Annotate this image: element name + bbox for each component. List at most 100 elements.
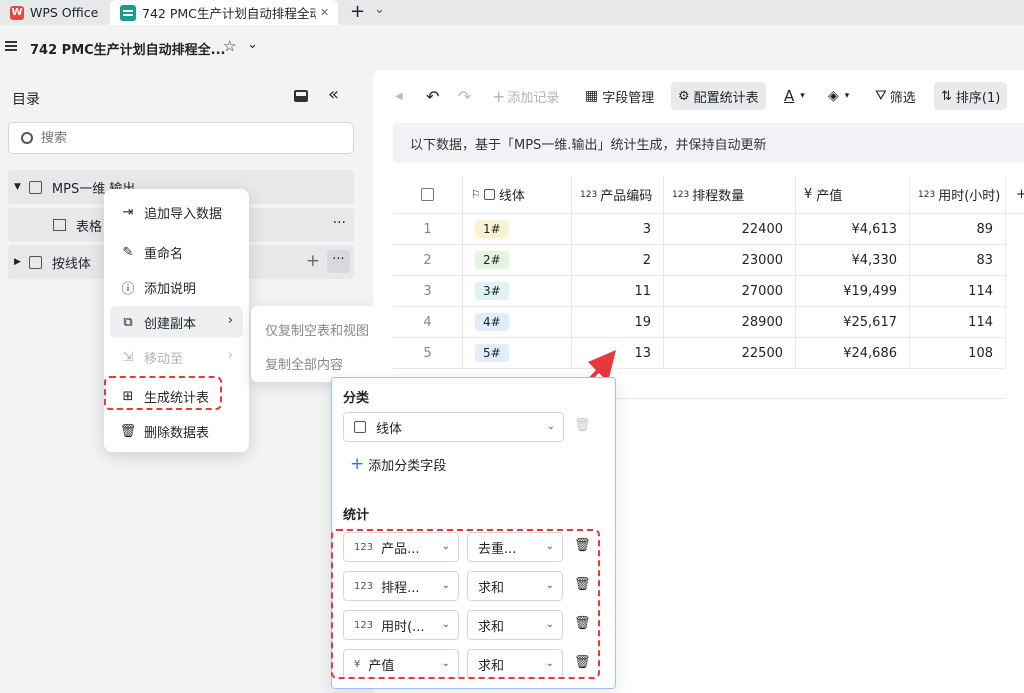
button-label: 字段管理 <box>602 90 655 106</box>
prev-icon[interactable]: ◀ <box>395 78 403 114</box>
group-field-select[interactable]: 线体 ⌄ <box>343 412 564 442</box>
single-select-icon <box>483 189 495 200</box>
value-cell[interactable]: ¥4,613 <box>796 214 910 245</box>
qty-cell[interactable]: 23000 <box>664 245 796 276</box>
hours-cell[interactable]: 89 <box>910 214 1006 245</box>
undo-icon[interactable]: ↶ <box>426 78 439 114</box>
line-cell[interactable]: 1# <box>463 214 572 245</box>
field-manage-button[interactable]: ▦ 字段管理 <box>585 78 654 114</box>
line-cell[interactable]: 2# <box>463 245 572 276</box>
caret-right-icon[interactable]: ▶ <box>14 257 21 267</box>
menu-item-move-to[interactable]: ⇲ 移动至 › <box>110 341 243 373</box>
plus-icon: + <box>492 86 506 106</box>
code-cell[interactable]: 3 <box>572 214 664 245</box>
qty-cell[interactable]: 22400 <box>664 214 796 245</box>
menu-item-label: 重命名 <box>144 246 184 262</box>
button-label: 筛选 <box>889 90 916 106</box>
filter-icon: ⛛ <box>875 88 887 104</box>
add-column-cell[interactable]: + <box>1006 176 1024 214</box>
menu-item-append-import[interactable]: ⇥ 追加导入数据 <box>110 196 243 228</box>
value-cell[interactable]: ¥19,499 <box>796 276 910 307</box>
select-all-cell[interactable] <box>393 176 463 214</box>
hours-cell[interactable]: 114 <box>910 276 1006 307</box>
menu-item-rename[interactable]: ✎ 重命名 <box>110 236 243 268</box>
value-cell[interactable]: ¥24,686 <box>796 338 910 369</box>
code-cell[interactable]: 19 <box>572 307 664 338</box>
search-box[interactable] <box>8 122 354 154</box>
font-color-button[interactable]: A ▾ <box>784 78 805 114</box>
value-cell[interactable]: ¥4,330 <box>796 245 910 276</box>
qty-cell[interactable]: 28900 <box>664 307 796 338</box>
submenu-item-empty-copy[interactable]: 仅复制空表和视图 <box>265 320 369 339</box>
column-header-hours[interactable]: 123 用时(小时) <box>910 176 1006 214</box>
code-cell[interactable]: 11 <box>572 276 664 307</box>
search-input[interactable] <box>41 130 321 146</box>
double-chevron-left-icon[interactable]: « <box>328 84 339 105</box>
more-icon[interactable]: ··· <box>333 215 346 231</box>
paint-bucket-icon: ◈ <box>828 88 839 104</box>
line-cell[interactable]: 4# <box>463 307 572 338</box>
hours-cell[interactable]: 83 <box>910 245 1006 276</box>
menu-item-create-copy[interactable]: ⧉ 创建副本 › <box>110 306 243 338</box>
currency-icon: ¥ <box>804 187 813 202</box>
filter-button[interactable]: ⛛ 筛选 <box>875 78 916 114</box>
add-record-button[interactable]: + 添加记录 <box>492 78 559 114</box>
hours-cell[interactable]: 108 <box>910 338 1006 369</box>
row-number[interactable]: 4 <box>393 307 463 338</box>
title-chevron-icon[interactable]: ⌄ <box>247 37 258 52</box>
row-number[interactable]: 1 <box>393 214 463 245</box>
menu-item-label: 添加说明 <box>144 281 197 297</box>
column-header-line[interactable]: ⚐ 线体 <box>463 176 572 214</box>
cell-value: 23000 <box>741 252 783 268</box>
menu-item-add-description[interactable]: ⓘ 添加说明 <box>110 271 243 303</box>
document-title[interactable]: 742 PMC生产计划自动排程全... <box>30 39 225 58</box>
button-label: 配置统计表 <box>693 90 759 106</box>
flag-icon: ⚐ <box>471 188 481 201</box>
row-number[interactable]: 5 <box>393 338 463 369</box>
close-icon[interactable]: ✕ <box>320 6 329 19</box>
menu-icon[interactable] <box>5 41 17 51</box>
checkbox[interactable] <box>421 188 434 201</box>
tab-list-chevron-icon[interactable]: ⌄ <box>374 2 385 17</box>
cell-value: 114 <box>968 283 993 299</box>
add-group-field-button[interactable]: + 添加分类字段 <box>350 454 446 474</box>
line-cell[interactable]: 3# <box>463 276 572 307</box>
number-type-icon: 123 <box>580 189 598 200</box>
caret-down-icon[interactable]: ▼ <box>14 182 21 192</box>
menu-item-delete-table[interactable]: 🗑 删除数据表 <box>110 415 243 447</box>
cell-value: 3 <box>423 283 432 299</box>
more-icon[interactable]: ··· <box>327 250 350 273</box>
value-cell[interactable]: ¥25,617 <box>796 307 910 338</box>
font-color-icon: A <box>784 87 795 105</box>
chevron-down-icon: ▾ <box>844 91 850 101</box>
sort-button[interactable]: ⇅ 排序(1) <box>934 82 1008 110</box>
code-cell[interactable]: 2 <box>572 245 664 276</box>
add-tab-button[interactable]: + <box>350 1 365 22</box>
redo-icon[interactable]: ↷ <box>458 78 471 114</box>
fill-color-button[interactable]: ◈ ▾ <box>828 78 849 114</box>
import-icon: ⇥ <box>122 204 134 220</box>
column-header-label: 产品编码 <box>600 189 653 204</box>
tab-label: 742 PMC生产计划自动排程全动态 <box>142 6 316 21</box>
add-icon[interactable]: + <box>306 251 320 271</box>
hours-cell[interactable]: 114 <box>910 307 1006 338</box>
row-number[interactable]: 2 <box>393 245 463 276</box>
config-stats-button[interactable]: ⚙ 配置统计表 <box>671 82 766 110</box>
line-chip: 4# <box>475 313 509 331</box>
qty-cell[interactable]: 22500 <box>664 338 796 369</box>
line-chip: 1# <box>475 220 509 238</box>
menu-item-label: 移动至 <box>144 351 184 367</box>
submenu-item-full-copy[interactable]: 复制全部内容 <box>265 354 343 373</box>
collapse-panel-icon[interactable] <box>294 90 308 102</box>
row-number[interactable]: 3 <box>393 276 463 307</box>
column-header-value[interactable]: ¥ 产值 <box>796 176 910 214</box>
qty-cell[interactable]: 27000 <box>664 276 796 307</box>
tab-wps-office[interactable]: W WPS Office <box>0 0 108 25</box>
star-icon[interactable]: ☆ <box>223 37 236 55</box>
column-header-qty[interactable]: 123 排程数量 <box>664 176 796 214</box>
sheet-icon <box>28 255 42 269</box>
trash-icon[interactable]: 🗑 <box>574 418 591 433</box>
column-header-code[interactable]: 123 产品编码 <box>572 176 664 214</box>
tab-document[interactable]: 742 PMC生产计划自动排程全动态 ✕ <box>110 0 338 25</box>
wps-logo-icon: W <box>10 5 24 20</box>
